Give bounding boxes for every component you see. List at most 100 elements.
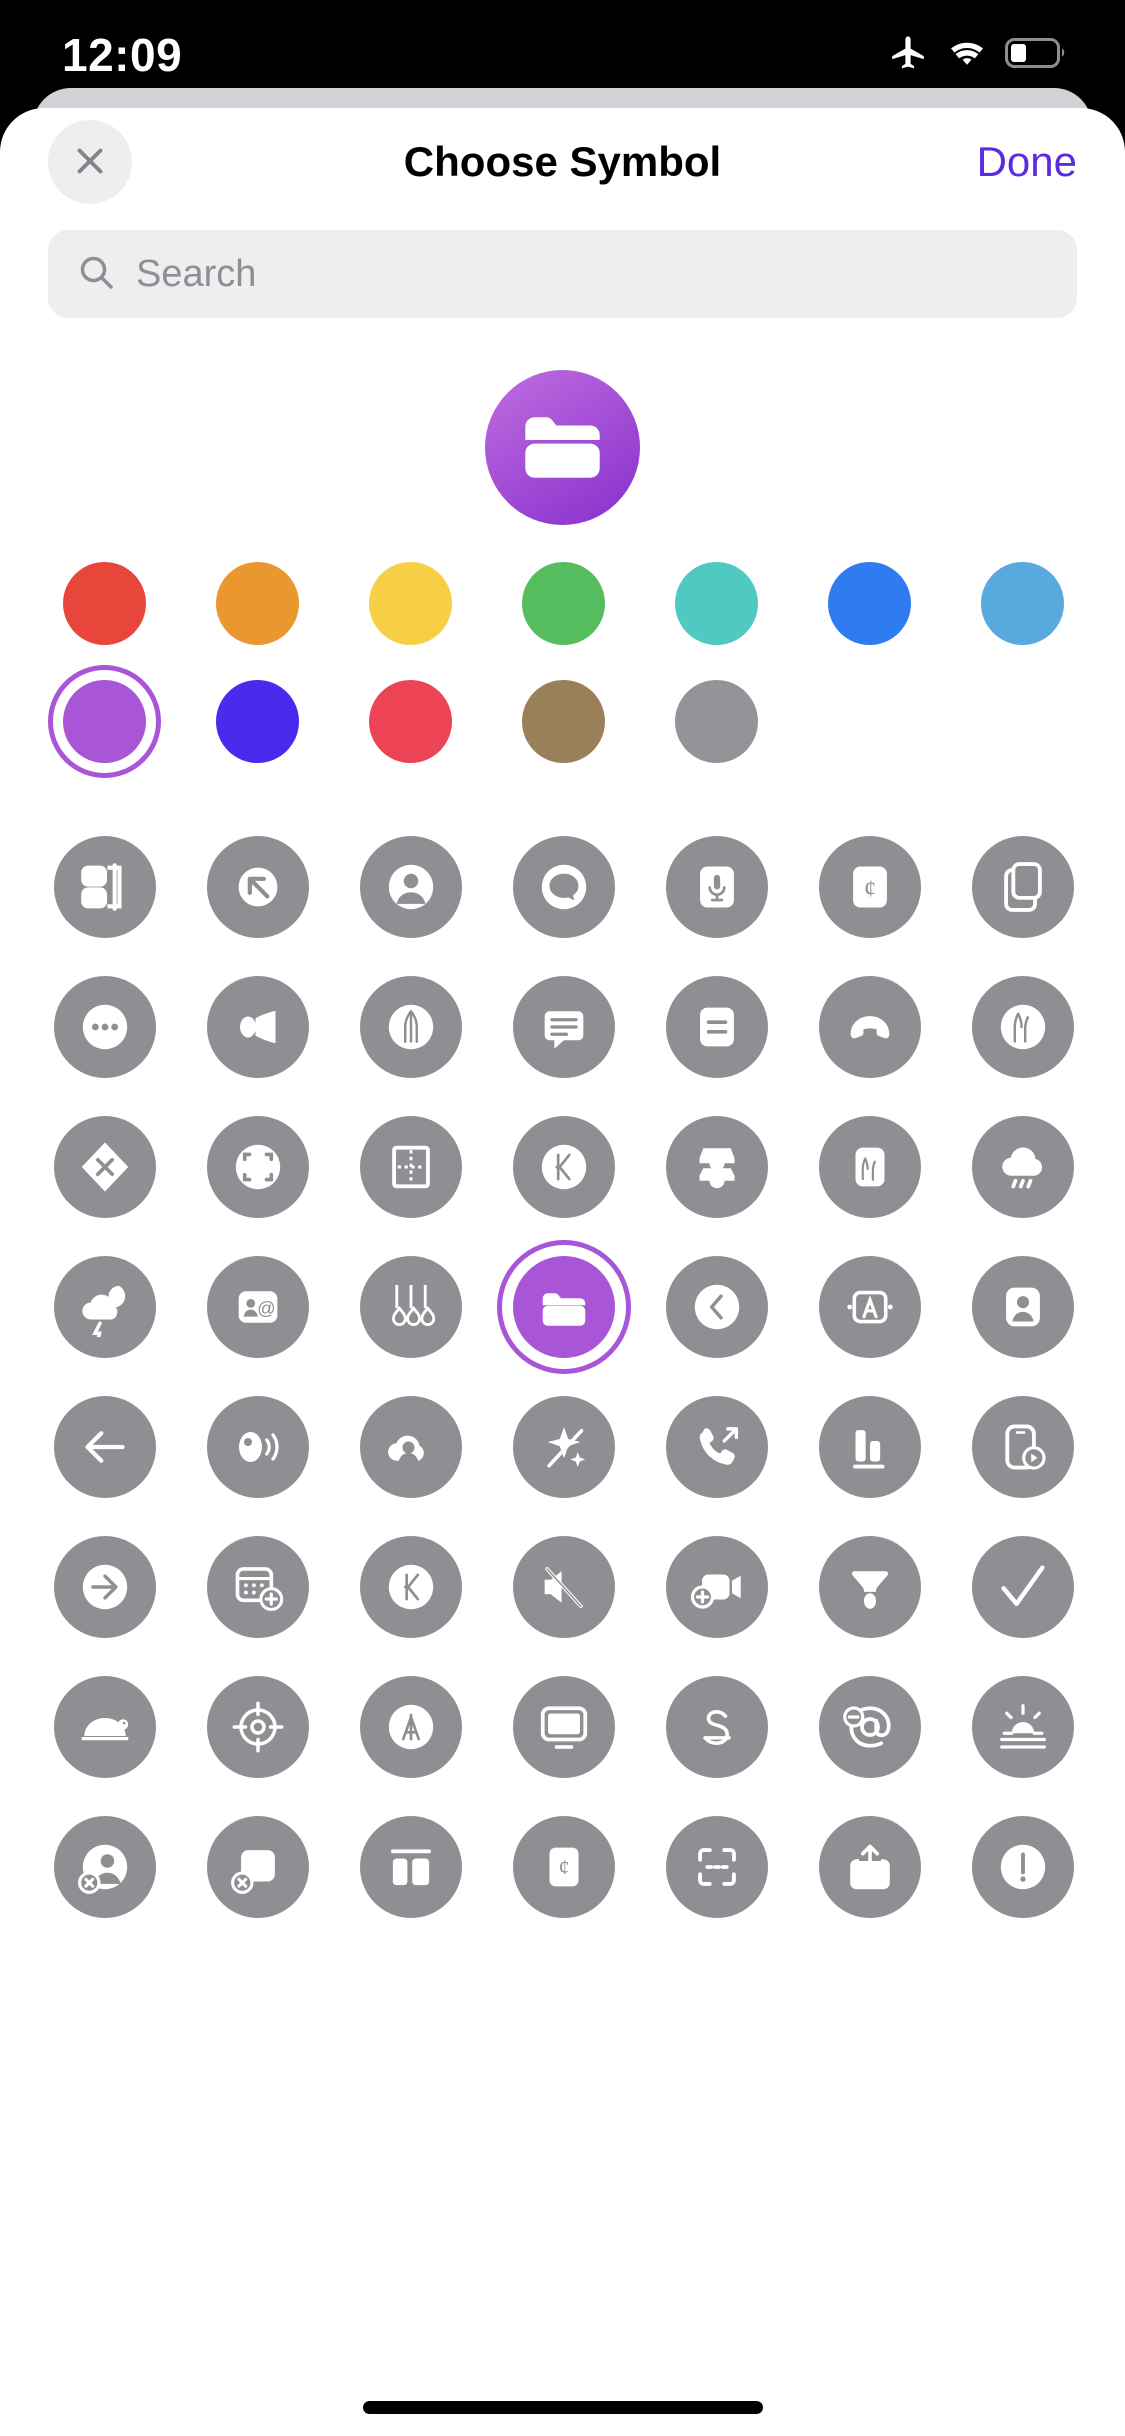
- symbol-person-circle[interactable]: [334, 817, 487, 957]
- color-swatch-teal[interactable]: [640, 551, 793, 655]
- symbol-person-crop[interactable]: [946, 1237, 1099, 1377]
- done-button[interactable]: Done: [977, 138, 1077, 186]
- symbol-row-4: @: [28, 1237, 1097, 1377]
- symbol-row-2: [28, 957, 1097, 1097]
- symbol-rectangle-badge-xmark[interactable]: [181, 1797, 334, 1937]
- symbol-arrow-up-square[interactable]: [793, 1797, 946, 1937]
- color-swatch-yellow[interactable]: [334, 551, 487, 655]
- symbol-at-badge-minus[interactable]: [793, 1657, 946, 1797]
- symbol-funnel[interactable]: [793, 1517, 946, 1657]
- color-swatch-red[interactable]: [28, 551, 181, 655]
- close-icon: [69, 140, 111, 185]
- symbol-mic-rectangle[interactable]: [640, 817, 793, 957]
- choose-symbol-sheet: Choose Symbol Done Search ¢ @ ¢: [0, 108, 1125, 2436]
- symbol-row-7: [28, 1657, 1097, 1797]
- color-row-2: [28, 664, 1097, 778]
- symbol-chart-bar[interactable]: [793, 1377, 946, 1517]
- color-swatch-indigo[interactable]: [181, 669, 334, 773]
- symbol-doc-on-doc[interactable]: [946, 817, 1099, 957]
- symbol-sparkles-slash[interactable]: [487, 1377, 640, 1517]
- symbol-arrow-right[interactable]: [28, 1517, 181, 1657]
- symbol-s-slash[interactable]: [640, 1657, 793, 1797]
- search-section: [0, 216, 1125, 318]
- symbol-row-6: [28, 1517, 1097, 1657]
- home-indicator: [362, 2401, 763, 2414]
- symbol-speaker-wave[interactable]: [181, 1377, 334, 1517]
- symbol-grid: ¢ @ ¢: [0, 787, 1125, 1937]
- symbol-doc-badge[interactable]: ¢: [487, 1797, 640, 1937]
- symbol-arrow-up-left[interactable]: [181, 817, 334, 957]
- search-input[interactable]: [136, 252, 1049, 296]
- symbol-a-rectangle[interactable]: [793, 1237, 946, 1377]
- svg-text:¢: ¢: [558, 1855, 569, 1879]
- close-button[interactable]: [48, 120, 132, 204]
- color-swatch-blue[interactable]: [793, 551, 946, 655]
- status-bar-time: 12:09: [62, 29, 183, 81]
- search-bar[interactable]: [48, 230, 1077, 318]
- symbol-perforated-rectangle[interactable]: [334, 1097, 487, 1237]
- battery-icon: [1005, 37, 1067, 73]
- color-swatch-orange[interactable]: [181, 551, 334, 655]
- symbol-guitars[interactable]: [334, 1237, 487, 1377]
- symbol-cloud-moon-bolt[interactable]: [28, 1237, 181, 1377]
- symbol-chevron-left[interactable]: [640, 1237, 793, 1377]
- symbol-cloud-rain[interactable]: [946, 1097, 1099, 1237]
- color-row-1: [28, 551, 1097, 655]
- symbol-video-badge-plus[interactable]: [640, 1517, 793, 1657]
- color-swatch-purple[interactable]: [28, 664, 181, 778]
- symbol-viewfinder-badge[interactable]: [640, 1797, 793, 1937]
- symbol-scope[interactable]: [181, 1657, 334, 1797]
- status-bar-indicators: [887, 31, 1067, 80]
- color-swatch-pink[interactable]: [334, 669, 487, 773]
- symbol-a-circle[interactable]: [334, 1657, 487, 1797]
- wifi-icon: [945, 31, 989, 80]
- svg-text:¢: ¢: [863, 876, 875, 903]
- symbol-bubble[interactable]: [487, 817, 640, 957]
- symbol-iphone-play[interactable]: [946, 1377, 1099, 1517]
- color-swatch-green[interactable]: [487, 551, 640, 655]
- color-swatch-brown[interactable]: [487, 669, 640, 773]
- symbol-text-lines-rectangle[interactable]: [640, 957, 793, 1097]
- symbol-speaker-slash[interactable]: [487, 1517, 640, 1657]
- symbol-tortoise[interactable]: [28, 1657, 181, 1797]
- phone-screen: 12:09 Choose Symbol Done Search ¢ @ ¢: [0, 0, 1125, 2436]
- symbol-row-1: ¢: [28, 817, 1097, 957]
- symbol-checkmark[interactable]: [946, 1517, 1099, 1657]
- symbol-phone-down[interactable]: [793, 957, 946, 1097]
- symbol-k-circle[interactable]: [487, 1097, 640, 1237]
- color-picker: [0, 551, 1125, 778]
- color-swatch-gray[interactable]: [640, 669, 793, 773]
- search-icon: [76, 252, 116, 297]
- sheet-header: Choose Symbol Done: [0, 108, 1125, 216]
- symbol-music-notes[interactable]: [946, 957, 1099, 1097]
- page-title: Choose Symbol: [403, 138, 722, 185]
- symbol-viewfinder[interactable]: [181, 1097, 334, 1237]
- symbol-row-5: [28, 1377, 1097, 1517]
- symbol-music-note[interactable]: [334, 957, 487, 1097]
- symbol-megaphone[interactable]: [181, 957, 334, 1097]
- symbol-display[interactable]: [487, 1657, 640, 1797]
- symbol-cloud-person[interactable]: [334, 1377, 487, 1517]
- symbol-row-3: [28, 1097, 1097, 1237]
- symbol-sidebar-split[interactable]: [334, 1797, 487, 1937]
- symbol-phone-arrow-up-right[interactable]: [640, 1377, 793, 1517]
- symbol-folder[interactable]: [487, 1237, 640, 1377]
- symbol-music-rectangle[interactable]: [793, 1097, 946, 1237]
- symbol-tray-two[interactable]: [640, 1097, 793, 1237]
- symbol-xmark-diamond[interactable]: [28, 1097, 181, 1237]
- folder-glyph: [525, 417, 600, 478]
- airplane-mode-icon: [887, 32, 929, 79]
- symbol-calendar-badge-plus[interactable]: [181, 1517, 334, 1657]
- symbol-cent-sign-rectangle[interactable]: ¢: [793, 817, 946, 957]
- symbol-arrow-left[interactable]: [28, 1377, 181, 1517]
- color-swatch-light-blue[interactable]: [946, 551, 1099, 655]
- symbol-k-circle-2[interactable]: [334, 1517, 487, 1657]
- symbol-exclamationmark-circle[interactable]: [946, 1797, 1099, 1937]
- symbol-sidebar-squares[interactable]: [28, 817, 181, 957]
- symbol-person-badge-xmark[interactable]: [28, 1797, 181, 1937]
- symbol-message-lines[interactable]: [487, 957, 640, 1097]
- symbol-person-at-rectangle[interactable]: @: [181, 1237, 334, 1377]
- symbol-sunrise[interactable]: [946, 1657, 1099, 1797]
- symbol-ellipsis-circle[interactable]: [28, 957, 181, 1097]
- status-bar: 12:09: [0, 0, 1125, 96]
